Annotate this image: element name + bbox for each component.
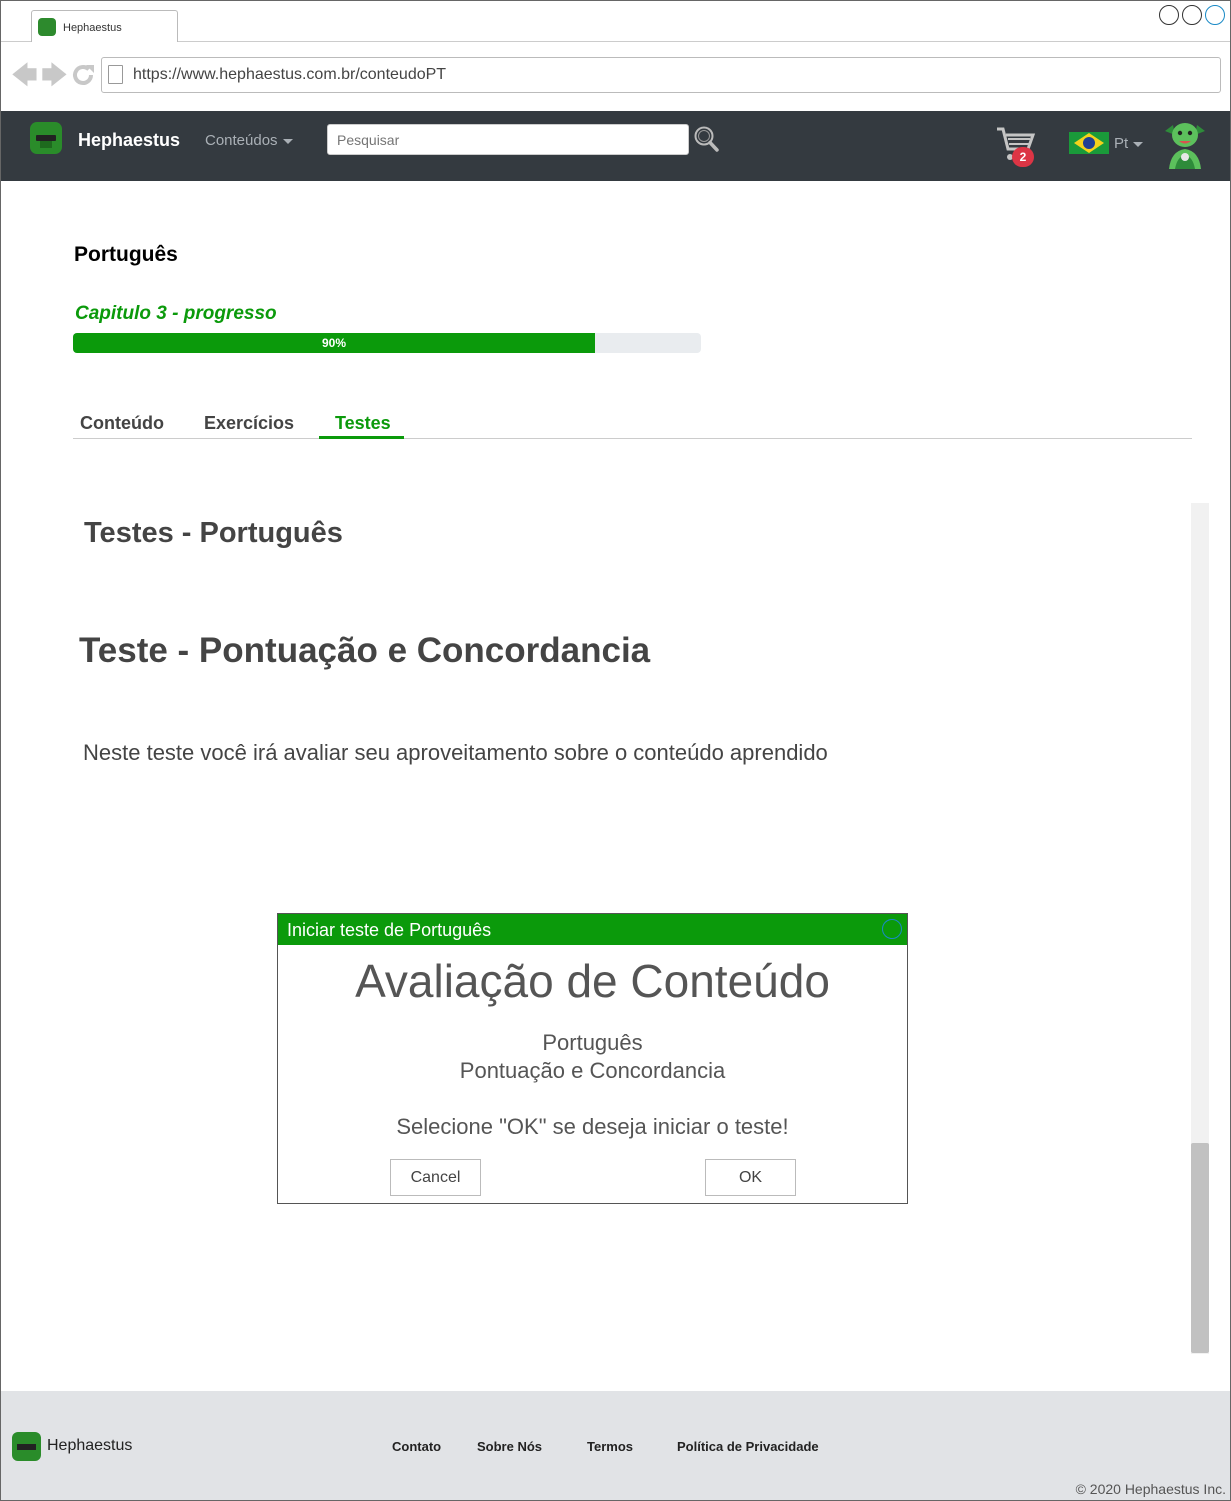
active-tab-indicator (319, 436, 404, 439)
language-dropdown[interactable]: Pt (1114, 135, 1144, 152)
brazil-flag-icon[interactable] (1069, 132, 1109, 154)
footer-logo-icon[interactable] (12, 1432, 41, 1461)
tab-conteudo[interactable]: Conteúdo (80, 413, 164, 434)
language-label: Pt (1114, 135, 1129, 152)
scrollbar-thumb[interactable] (1191, 1143, 1209, 1353)
section-title: Testes - Português (84, 517, 343, 549)
browser-window: Hephaestus 🡄 🡆 https://www.hephaestus.co… (0, 0, 1231, 1501)
footer-link-privacidade[interactable]: Política de Privacidade (677, 1439, 819, 1454)
forward-arrow-icon[interactable]: 🡆 (41, 62, 68, 88)
contents-dropdown[interactable]: Conteúdos (205, 132, 293, 149)
tabs-divider (73, 438, 1192, 439)
favicon-icon (38, 18, 56, 36)
window-controls (1159, 5, 1225, 25)
search-icon[interactable] (693, 125, 719, 153)
test-title: Teste - Pontuação e Concordancia (79, 631, 651, 670)
modal-header: Iniciar teste de Português (278, 914, 907, 945)
tab-exercicios[interactable]: Exercícios (204, 413, 294, 434)
start-test-modal: Iniciar teste de Português Avaliação de … (277, 913, 908, 1204)
cancel-button[interactable]: Cancel (390, 1159, 481, 1196)
browser-tab-title: Hephaestus (63, 22, 122, 34)
maximize-icon[interactable] (1182, 5, 1202, 25)
caret-down-icon (1133, 141, 1144, 147)
user-avatar-icon[interactable] (1161, 117, 1209, 169)
footer-link-termos[interactable]: Termos (587, 1439, 633, 1454)
page-icon (108, 65, 123, 84)
footer: Hephaestus Contato Sobre Nós Termos Polí… (1, 1391, 1230, 1500)
url-text: https://www.hephaestus.com.br/conteudoPT (133, 66, 447, 83)
footer-link-sobre-nos[interactable]: Sobre Nós (477, 1439, 542, 1454)
progress-bar: 90% (73, 333, 701, 353)
app-navbar: Hephaestus Conteúdos Pt (1, 111, 1230, 181)
ok-button[interactable]: OK (705, 1159, 796, 1196)
modal-heading: Avaliação de Conteúdo (355, 955, 830, 1007)
brand-logo-icon[interactable] (30, 122, 62, 154)
copyright: © 2020 Hephaestus Inc. (1075, 1481, 1226, 1497)
search-input[interactable] (327, 124, 689, 155)
tab-testes[interactable]: Testes (335, 413, 391, 434)
flag-circle (1083, 137, 1095, 149)
browser-tab-bar: Hephaestus (1, 1, 1230, 42)
browser-tab[interactable]: Hephaestus (31, 10, 178, 42)
back-arrow-icon[interactable]: 🡄 (11, 62, 38, 88)
footer-brand[interactable]: Hephaestus (47, 1437, 132, 1455)
reload-icon[interactable] (71, 63, 95, 87)
modal-title: Iniciar teste de Português (287, 920, 492, 940)
footer-link-contato[interactable]: Contato (392, 1439, 441, 1454)
modal-topic: Pontuação e Concordancia (459, 1058, 726, 1083)
progress-label: Capitulo 3 - progresso (75, 303, 277, 324)
caret-down-icon (282, 138, 293, 144)
modal-close-icon[interactable] (882, 919, 902, 939)
modal-subject: Português (542, 1030, 643, 1055)
address-bar[interactable]: https://www.hephaestus.com.br/conteudoPT (101, 57, 1221, 93)
modal-prompt: Selecione "OK" se deseja iniciar o teste… (396, 1114, 789, 1139)
progress-bar-fill: 90% (73, 333, 596, 353)
contents-dropdown-label: Conteúdos (205, 132, 278, 149)
page-title: Português (74, 243, 178, 266)
minimize-icon[interactable] (1159, 5, 1179, 25)
close-window-icon[interactable] (1205, 5, 1225, 25)
cart-count-badge: 2 (1012, 147, 1034, 167)
brand-name[interactable]: Hephaestus (78, 130, 180, 151)
test-description: Neste teste você irá avaliar seu aprovei… (83, 740, 828, 765)
browser-address-row: 🡄 🡆 https://www.hephaestus.com.br/conteu… (1, 42, 1230, 110)
